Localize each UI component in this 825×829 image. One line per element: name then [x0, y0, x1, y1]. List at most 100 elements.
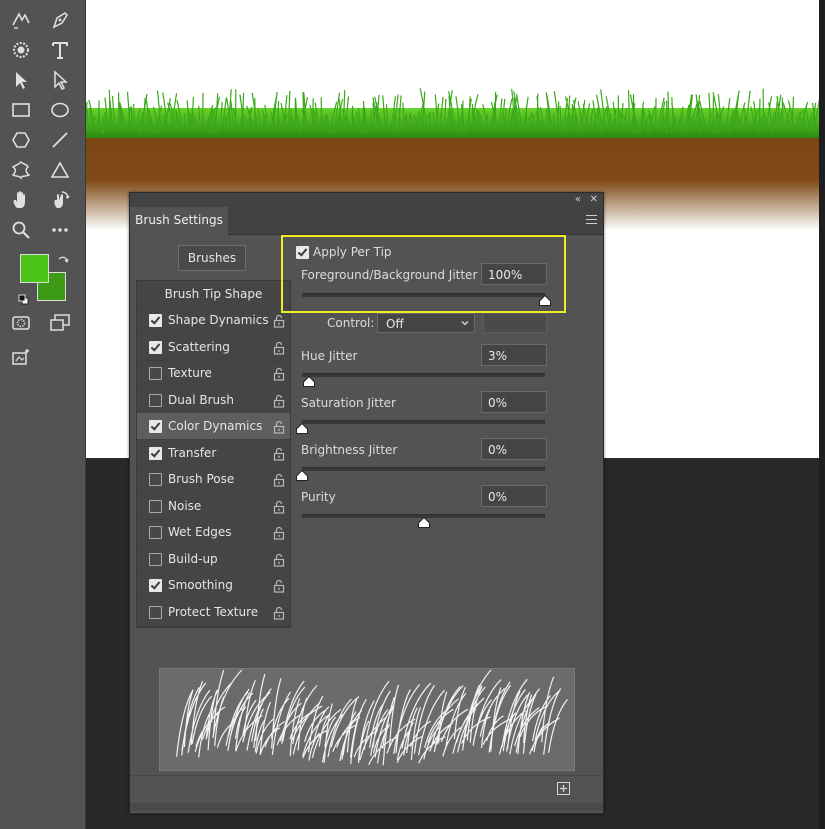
lock-icon[interactable] — [272, 446, 286, 461]
lock-icon[interactable] — [272, 393, 286, 408]
sidebar-item-label: Wet Edges — [168, 525, 232, 539]
sidebar-item-label: Build-up — [168, 551, 218, 566]
sidebar-item-label: Noise — [168, 498, 202, 513]
ellipse-icon[interactable] — [47, 97, 73, 123]
transfer-checkbox[interactable] — [149, 446, 162, 460]
panel-title-bar[interactable]: « ✕ — [130, 193, 603, 207]
zoom-icon[interactable] — [8, 217, 34, 243]
scattering-checkbox[interactable] — [149, 340, 162, 354]
brushes-button[interactable]: Brushes — [178, 245, 246, 271]
saturation-jitter-slider[interactable] — [302, 420, 545, 424]
brightness-jitter-value[interactable]: 0% — [481, 438, 547, 460]
smoothing-checkbox[interactable] — [149, 579, 162, 592]
sidebar-item-brush-tip-shape[interactable]: Brush Tip Shape — [137, 281, 290, 308]
blob-icon[interactable] — [8, 37, 34, 63]
sidebar-item-texture[interactable]: Texture — [137, 360, 290, 387]
sidebar-item-protect-texture[interactable]: Protect Texture — [137, 599, 290, 626]
sidebar-item-label: Color Dynamics — [168, 419, 263, 433]
path-selection-icon[interactable] — [8, 67, 34, 93]
sidebar-item-color-dynamics[interactable]: Color Dynamics — [137, 413, 290, 440]
tab-brush-settings[interactable]: Brush Settings — [130, 207, 228, 235]
canvas-edge — [819, 0, 825, 829]
frame-icon[interactable] — [8, 344, 34, 370]
lock-icon[interactable] — [272, 525, 286, 540]
line-icon[interactable] — [47, 127, 73, 153]
sidebar-item-wet-edges[interactable]: Wet Edges — [137, 519, 290, 546]
control-label: Control: — [327, 316, 375, 330]
sidebar-item-noise[interactable]: Noise — [137, 493, 290, 520]
texture-checkbox[interactable] — [149, 367, 162, 380]
brightness-jitter-slider[interactable] — [302, 467, 545, 471]
sidebar-item-label: Dual Brush — [168, 392, 234, 407]
sidebar-item-label: Transfer — [168, 445, 217, 460]
lock-icon[interactable] — [272, 499, 286, 514]
pen-icon[interactable] — [47, 7, 73, 33]
sidebar-item-shape-dynamics[interactable]: Shape Dynamics — [137, 307, 290, 334]
control-select-value: Off — [386, 317, 404, 331]
control-select[interactable]: Off — [377, 313, 475, 333]
collapse-panel-icon[interactable]: « — [575, 193, 581, 207]
default-colors-icon[interactable] — [18, 290, 29, 305]
sidebar-item-transfer[interactable]: Transfer — [137, 440, 290, 467]
sidebar-item-dual-brush[interactable]: Dual Brush — [137, 387, 290, 414]
custom-shape-icon[interactable] — [8, 157, 34, 183]
lock-icon[interactable] — [272, 340, 286, 355]
protect-texture-checkbox[interactable] — [149, 605, 162, 619]
saturation-jitter-value[interactable]: 0% — [481, 391, 547, 413]
lock-icon[interactable] — [272, 605, 286, 620]
hue-jitter-value[interactable]: 3% — [481, 344, 547, 366]
create-new-brush-icon[interactable] — [557, 782, 570, 795]
purity-value[interactable]: 0% — [481, 485, 547, 507]
lock-icon[interactable] — [272, 472, 286, 487]
sidebar-item-brush-pose[interactable]: Brush Pose — [137, 466, 290, 493]
purity-label: Purity — [301, 490, 336, 504]
highlight-box — [281, 235, 566, 313]
panel-tab-bar: Brush Settings — [130, 207, 603, 235]
triangle-icon[interactable] — [47, 157, 73, 183]
brightness-jitter-label: Brightness Jitter — [301, 443, 398, 457]
hue-jitter-slider[interactable] — [302, 373, 545, 377]
quick-mask-icon[interactable] — [8, 310, 34, 336]
control-fade-input — [483, 313, 547, 333]
type-icon[interactable] — [47, 37, 73, 63]
shape-dynamics-checkbox[interactable] — [149, 314, 162, 327]
sidebar-item-build-up[interactable]: Build-up — [137, 546, 290, 573]
chevron-down-icon — [461, 321, 469, 326]
build-up-checkbox[interactable] — [149, 552, 162, 566]
lock-icon[interactable] — [272, 419, 286, 434]
hand-icon[interactable] — [8, 187, 34, 213]
dual-brush-checkbox[interactable] — [149, 393, 162, 407]
color-dynamics-checkbox[interactable] — [149, 420, 162, 433]
brush-options-list: Brush Tip Shape Shape Dynamics Scattering… — [136, 280, 291, 628]
panel-menu-icon[interactable] — [586, 215, 597, 224]
panel-resize-handle[interactable] — [130, 803, 603, 811]
rectangle-icon[interactable] — [8, 97, 34, 123]
sidebar-item-label: Texture — [168, 366, 212, 380]
more-tools-icon[interactable] — [47, 217, 73, 243]
brush-pose-checkbox[interactable] — [149, 473, 162, 486]
panel-footer — [130, 775, 603, 802]
brush-stroke-preview — [159, 668, 575, 771]
lock-icon[interactable] — [272, 552, 286, 567]
lock-icon[interactable] — [272, 578, 286, 593]
wet-edges-checkbox[interactable] — [149, 526, 162, 539]
close-panel-icon[interactable]: ✕ — [590, 193, 598, 207]
polygon-icon[interactable] — [8, 127, 34, 153]
swap-colors-icon[interactable] — [57, 252, 69, 264]
rotate-view-icon[interactable] — [47, 187, 73, 213]
content-aware-move-icon[interactable] — [8, 7, 34, 33]
sidebar-item-label: Brush Pose — [168, 472, 235, 486]
sidebar-item-scattering[interactable]: Scattering — [137, 334, 290, 361]
tools-panel — [0, 0, 86, 829]
sidebar-item-smoothing[interactable]: Smoothing — [137, 572, 290, 599]
lock-icon[interactable] — [272, 366, 286, 381]
lock-icon[interactable] — [272, 313, 286, 328]
hue-jitter-label: Hue Jitter — [301, 349, 358, 363]
noise-checkbox[interactable] — [149, 499, 162, 513]
sidebar-item-label: Scattering — [168, 339, 230, 354]
direct-selection-icon[interactable] — [47, 67, 73, 93]
screen-mode-icon[interactable] — [47, 310, 73, 336]
saturation-jitter-label: Saturation Jitter — [301, 396, 396, 410]
foreground-color-swatch[interactable] — [20, 254, 49, 283]
sidebar-item-label: Smoothing — [168, 578, 233, 592]
